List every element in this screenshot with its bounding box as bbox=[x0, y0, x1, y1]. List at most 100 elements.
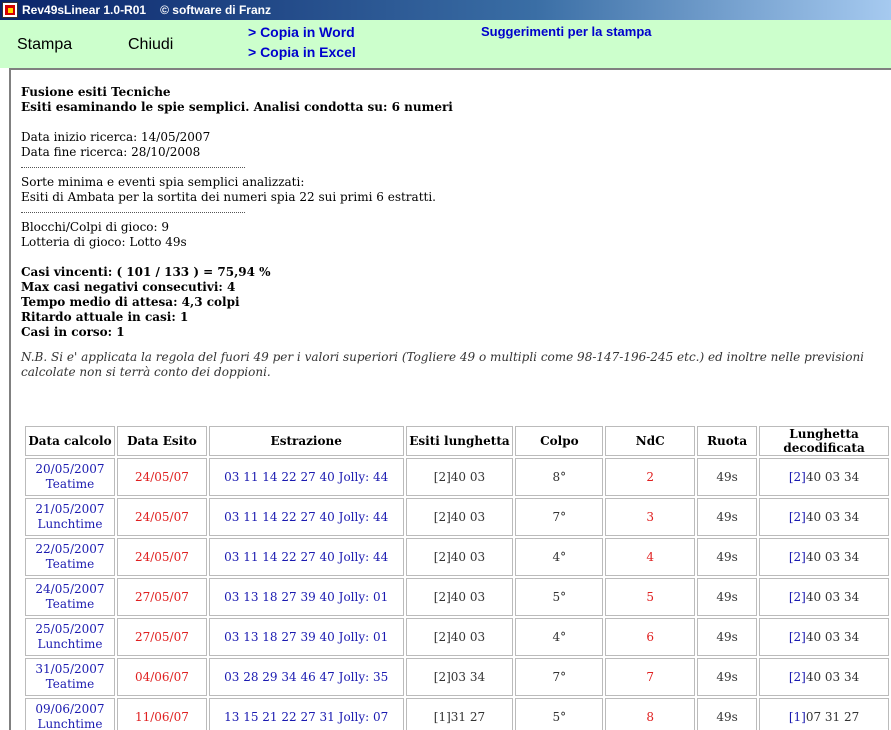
cell-ruota: 49s bbox=[697, 578, 758, 616]
cell-lunghetta-decodificata: [1]07 31 27 bbox=[759, 698, 889, 730]
sorte-label: Sorte minima e eventi spia semplici anal… bbox=[21, 175, 305, 189]
cell-lunghetta-decodificata: [2]40 03 34 bbox=[759, 578, 889, 616]
sorte-value: Esiti di Ambata per la sortita dei numer… bbox=[21, 190, 436, 204]
report-heading: Fusione esiti Tecniche bbox=[21, 85, 171, 99]
chiudi-button[interactable]: Chiudi bbox=[128, 36, 173, 54]
cell-ruota: 49s bbox=[697, 658, 758, 696]
cell-ndc: 4 bbox=[605, 538, 696, 576]
cell-ruota: 49s bbox=[697, 538, 758, 576]
cell-ndc: 8 bbox=[605, 698, 696, 730]
table-row: 09/06/2007 Lunchtime 11/06/07 13 15 21 22… bbox=[25, 698, 889, 730]
results-table: Data calcolo Data Esito Estrazione Esiti… bbox=[23, 424, 891, 730]
cell-estrazione: 03 11 14 22 27 40 Jolly: 44 bbox=[208, 458, 404, 496]
cell-data-esito: 24/05/07 bbox=[116, 498, 207, 536]
casi-in-corso: Casi in corso: 1 bbox=[21, 325, 125, 339]
col-data-esito: Data Esito bbox=[116, 426, 207, 456]
cell-data-calcolo: 31/05/2007 Teatime bbox=[25, 658, 115, 696]
report-panel: Fusione esiti Tecniche Esiti esaminando … bbox=[9, 68, 891, 730]
max-negativi: Max casi negativi consecutivi: 4 bbox=[21, 280, 236, 294]
window-title: Rev49sLinear 1.0-R01 bbox=[22, 3, 147, 17]
cell-data-esito: 24/05/07 bbox=[116, 538, 207, 576]
cell-estrazione: 03 11 14 22 27 40 Jolly: 44 bbox=[208, 498, 404, 536]
app-icon bbox=[2, 2, 18, 18]
lotteria: Lotteria di gioco: Lotto 49s bbox=[21, 235, 187, 249]
table-row: 25/05/2007 Lunchtime 27/05/07 03 13 18 27… bbox=[25, 618, 889, 656]
ritardo-attuale: Ritardo attuale in casi: 1 bbox=[21, 310, 189, 324]
copyright-text: software di Franz bbox=[172, 3, 271, 17]
col-ruota: Ruota bbox=[697, 426, 758, 456]
cell-data-esito: 27/05/07 bbox=[116, 618, 207, 656]
data-fine: Data fine ricerca: 28/10/2008 bbox=[21, 145, 201, 159]
cell-data-calcolo: 20/05/2007 Teatime bbox=[25, 458, 115, 496]
table-row: 31/05/2007 Teatime 04/06/07 03 28 29 34 4… bbox=[25, 658, 889, 696]
cell-esiti-lunghetta: [2]40 03 bbox=[405, 458, 514, 496]
copia-word-link[interactable]: > Copia in Word bbox=[248, 24, 355, 40]
cell-ndc: 6 bbox=[605, 618, 696, 656]
cell-data-esito: 24/05/07 bbox=[116, 458, 207, 496]
cell-colpo: 7° bbox=[515, 658, 604, 696]
col-ndc: NdC bbox=[605, 426, 696, 456]
cell-data-esito: 27/05/07 bbox=[116, 578, 207, 616]
divider bbox=[21, 205, 245, 213]
cell-colpo: 4° bbox=[515, 538, 604, 576]
cell-data-calcolo: 25/05/2007 Lunchtime bbox=[25, 618, 115, 656]
col-estrazione: Estrazione bbox=[208, 426, 404, 456]
cell-esiti-lunghetta: [2]40 03 bbox=[405, 538, 514, 576]
cell-data-calcolo: 09/06/2007 Lunchtime bbox=[25, 698, 115, 730]
copyright-label: © software di Franz bbox=[160, 3, 271, 17]
window-titlebar: Rev49sLinear 1.0-R01 © software di Franz bbox=[0, 0, 891, 20]
cell-ruota: 49s bbox=[697, 618, 758, 656]
table-header-row: Data calcolo Data Esito Estrazione Esiti… bbox=[25, 426, 889, 456]
cell-ndc: 5 bbox=[605, 578, 696, 616]
cell-ndc: 2 bbox=[605, 458, 696, 496]
suggerimenti-link[interactable]: Suggerimenti per la stampa bbox=[481, 24, 652, 39]
cell-estrazione: 13 15 21 22 27 31 Jolly: 07 bbox=[208, 698, 404, 730]
cell-esiti-lunghetta: [2]40 03 bbox=[405, 578, 514, 616]
table-row: 24/05/2007 Teatime 27/05/07 03 13 18 27 3… bbox=[25, 578, 889, 616]
data-inizio: Data inizio ricerca: 14/05/2007 bbox=[21, 130, 211, 144]
table-row: 21/05/2007 Lunchtime 24/05/07 03 11 14 22… bbox=[25, 498, 889, 536]
cell-colpo: 4° bbox=[515, 618, 604, 656]
cell-ruota: 49s bbox=[697, 458, 758, 496]
cell-estrazione: 03 11 14 22 27 40 Jolly: 44 bbox=[208, 538, 404, 576]
cell-lunghetta-decodificata: [2]40 03 34 bbox=[759, 498, 889, 536]
report-summary: Fusione esiti Tecniche Esiti esaminando … bbox=[21, 85, 891, 380]
cell-data-esito: 04/06/07 bbox=[116, 658, 207, 696]
col-lunghetta-decodificata: Lunghetta decodificata bbox=[759, 426, 889, 456]
tempo-medio: Tempo medio di attesa: 4,3 colpi bbox=[21, 295, 240, 309]
col-colpo: Colpo bbox=[515, 426, 604, 456]
casi-vincenti: Casi vincenti: ( 101 / 133 ) = 75,94 % bbox=[21, 265, 271, 279]
cell-lunghetta-decodificata: [2]40 03 34 bbox=[759, 458, 889, 496]
col-esiti-lunghetta: Esiti lunghetta bbox=[405, 426, 514, 456]
cell-data-calcolo: 22/05/2007 Teatime bbox=[25, 538, 115, 576]
cell-lunghetta-decodificata: [2]40 03 34 bbox=[759, 538, 889, 576]
cell-ruota: 49s bbox=[697, 498, 758, 536]
cell-ndc: 7 bbox=[605, 658, 696, 696]
cell-lunghetta-decodificata: [2]40 03 34 bbox=[759, 658, 889, 696]
cell-data-esito: 11/06/07 bbox=[116, 698, 207, 730]
cell-esiti-lunghetta: [2]03 34 bbox=[405, 658, 514, 696]
cell-esiti-lunghetta: [2]40 03 bbox=[405, 618, 514, 656]
cell-colpo: 5° bbox=[515, 698, 604, 730]
cell-colpo: 7° bbox=[515, 498, 604, 536]
cell-esiti-lunghetta: [1]31 27 bbox=[405, 698, 514, 730]
nota-bene: N.B. Si e' applicata la regola del fuori… bbox=[21, 350, 865, 379]
blocchi-colpi: Blocchi/Colpi di gioco: 9 bbox=[21, 220, 170, 234]
table-row: 22/05/2007 Teatime 24/05/07 03 11 14 22 2… bbox=[25, 538, 889, 576]
cell-ndc: 3 bbox=[605, 498, 696, 536]
stampa-button[interactable]: Stampa bbox=[17, 36, 72, 54]
report-subheading: Esiti esaminando le spie semplici. Anali… bbox=[21, 100, 453, 114]
cell-data-calcolo: 21/05/2007 Lunchtime bbox=[25, 498, 115, 536]
cell-estrazione: 03 13 18 27 39 40 Jolly: 01 bbox=[208, 618, 404, 656]
table-row: 20/05/2007 Teatime 24/05/07 03 11 14 22 2… bbox=[25, 458, 889, 496]
toolbar: Stampa Chiudi > Copia in Word > Copia in… bbox=[0, 20, 891, 68]
cell-estrazione: 03 13 18 27 39 40 Jolly: 01 bbox=[208, 578, 404, 616]
copia-excel-link[interactable]: > Copia in Excel bbox=[248, 44, 356, 60]
col-data-calcolo: Data calcolo bbox=[25, 426, 115, 456]
cell-colpo: 8° bbox=[515, 458, 604, 496]
cell-colpo: 5° bbox=[515, 578, 604, 616]
divider bbox=[21, 160, 245, 168]
cell-lunghetta-decodificata: [2]40 03 34 bbox=[759, 618, 889, 656]
cell-estrazione: 03 28 29 34 46 47 Jolly: 35 bbox=[208, 658, 404, 696]
cell-data-calcolo: 24/05/2007 Teatime bbox=[25, 578, 115, 616]
